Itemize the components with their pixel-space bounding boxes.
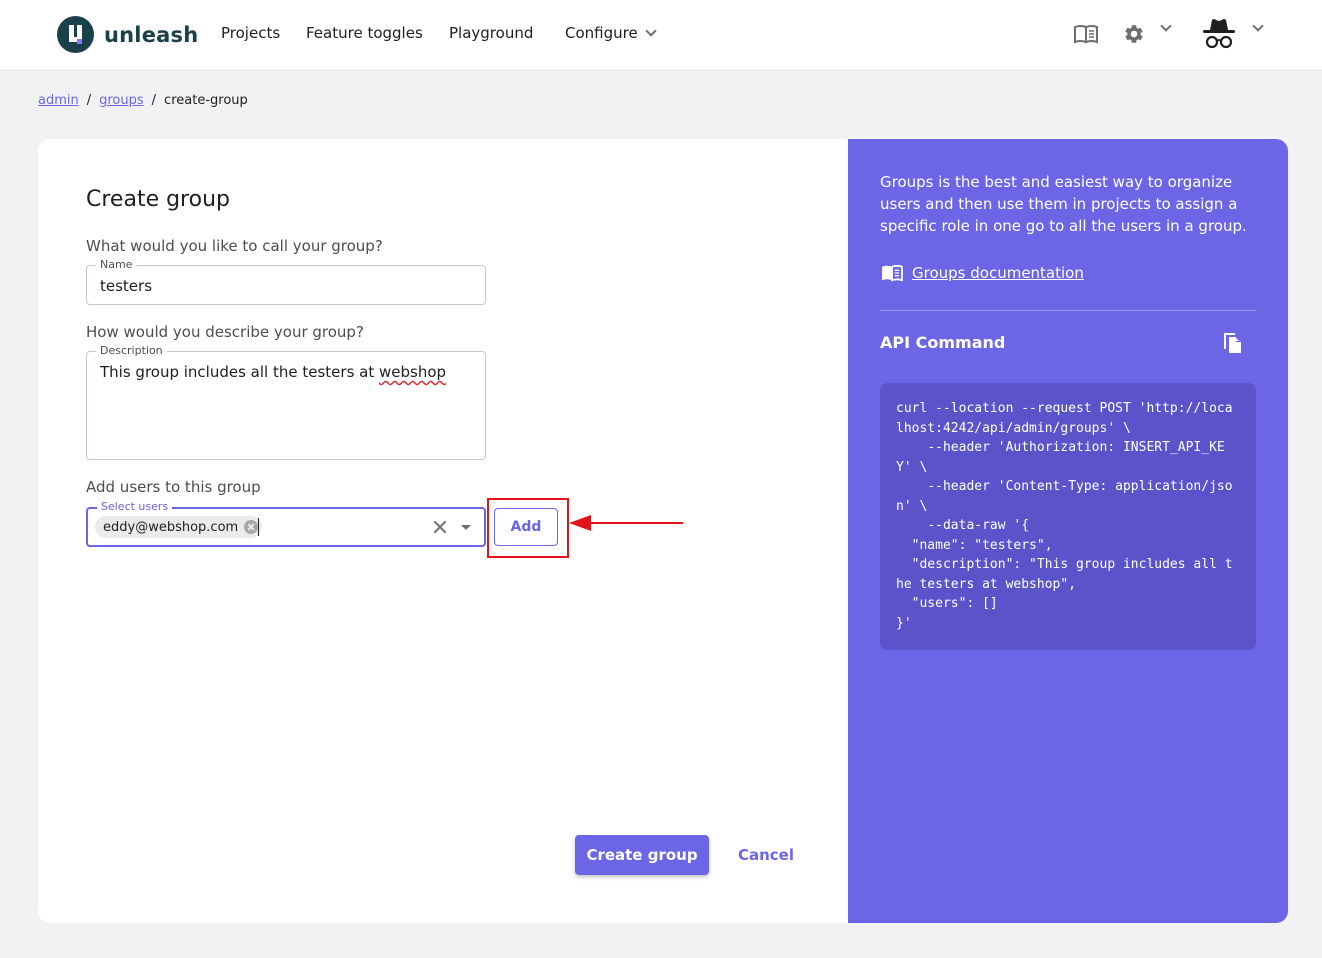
top-navbar: unleash Projects Feature toggles Playgro…	[0, 0, 1322, 71]
annotation-highlight-box	[487, 498, 569, 558]
nav-configure-label: Configure	[565, 24, 638, 42]
breadcrumb-admin[interactable]: admin	[38, 93, 79, 108]
name-input[interactable]: Name testers	[86, 258, 486, 305]
remove-chip-icon[interactable]	[244, 520, 259, 534]
groups-description: Groups is the best and easiest way to or…	[880, 173, 1247, 235]
brand-name: unleash	[104, 22, 199, 47]
text-caret	[258, 518, 259, 536]
chevron-down-icon	[645, 24, 657, 37]
api-command-code: curl --location --request POST 'http://l…	[896, 401, 1233, 631]
create-group-card: Create group What would you like to call…	[38, 139, 1288, 923]
info-side-panel: Groups is the best and easiest way to or…	[848, 139, 1288, 923]
breadcrumb-groups[interactable]: groups	[99, 93, 144, 108]
nav-playground[interactable]: Playground	[449, 24, 533, 42]
name-value: testers	[100, 277, 153, 295]
settings-gear-icon[interactable]	[1123, 23, 1145, 49]
chevron-down-icon[interactable]	[1160, 20, 1172, 32]
users-question: Add users to this group	[86, 478, 261, 496]
dropdown-arrow-icon[interactable]	[461, 525, 471, 530]
groups-documentation-label: Groups documentation	[912, 264, 1084, 282]
page-title: Create group	[86, 187, 230, 212]
incognito-avatar-icon[interactable]	[1201, 17, 1237, 55]
selected-user-email: eddy@webshop.com	[103, 519, 239, 535]
copy-icon[interactable]	[1221, 331, 1243, 359]
description-label: Description	[96, 344, 167, 357]
select-users-label: Select users	[97, 500, 173, 513]
name-label: Name	[96, 258, 137, 271]
clear-icon[interactable]	[432, 519, 448, 535]
selected-user-chip: eddy@webshop.com	[95, 516, 263, 538]
divider	[880, 310, 1256, 311]
spellcheck-word: webshop	[379, 363, 447, 381]
breadcrumb: admin / groups / create-group	[38, 93, 248, 108]
api-command-title: API Command	[880, 333, 1006, 352]
chevron-down-icon[interactable]	[1252, 20, 1264, 32]
breadcrumb-separator: /	[86, 93, 92, 108]
cancel-button[interactable]: Cancel	[724, 835, 808, 875]
description-value: This group includes all the testers at w…	[100, 363, 446, 381]
book-icon	[882, 264, 903, 282]
create-group-button[interactable]: Create group	[575, 835, 709, 875]
documentation-book-icon[interactable]	[1074, 24, 1098, 48]
breadcrumb-separator: /	[151, 93, 157, 108]
description-question: How would you describe your group?	[86, 323, 364, 341]
nav-feature-toggles[interactable]: Feature toggles	[306, 24, 423, 42]
description-text: This group includes all the testers at	[100, 363, 379, 381]
annotation-arrow-line	[589, 522, 683, 524]
nav-projects[interactable]: Projects	[221, 24, 280, 42]
select-users-autocomplete[interactable]: Select users eddy@webshop.com	[86, 500, 486, 547]
nav-configure[interactable]: Configure	[565, 24, 657, 42]
breadcrumb-current: create-group	[164, 93, 248, 108]
api-command-code-box[interactable]: curl --location --request POST 'http://l…	[880, 383, 1256, 650]
groups-documentation-link[interactable]: Groups documentation	[880, 264, 1084, 282]
description-textarea[interactable]: Description This group includes all the …	[86, 344, 486, 460]
unleash-logo-icon	[57, 16, 94, 53]
unleash-logo[interactable]: unleash	[57, 16, 198, 53]
annotation-arrow-head	[569, 515, 591, 531]
name-question: What would you like to call your group?	[86, 237, 383, 255]
